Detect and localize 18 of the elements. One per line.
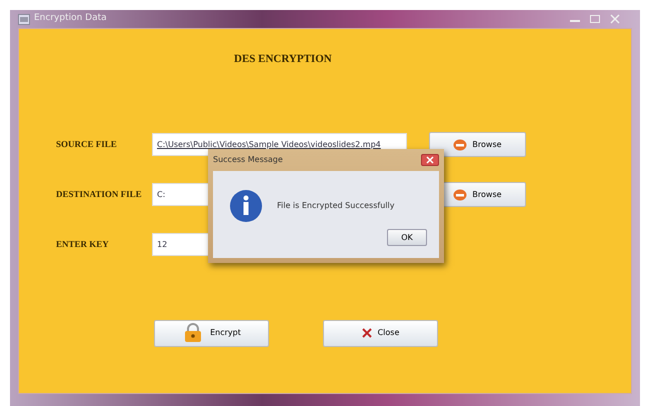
window-title: Encryption Data (34, 12, 107, 26)
form-heading: DES ENCRYPTION (234, 53, 332, 65)
dialog-title: Success Message (213, 154, 283, 166)
ok-button[interactable]: OK (387, 229, 427, 246)
field-label: ENTER KEY (55, 238, 110, 251)
close-button[interactable]: Close (323, 320, 438, 346)
close-icon (426, 156, 434, 164)
field-label: DESTINATION FILE (55, 188, 143, 201)
info-icon (229, 189, 263, 223)
dialog-message: File is Encrypted Successfully (277, 200, 394, 212)
maximize-icon[interactable] (588, 14, 602, 24)
field-label: SOURCE FILE (55, 138, 118, 151)
dialog-close-button[interactable] (421, 154, 439, 166)
close-icon (362, 328, 372, 338)
window-icon (18, 14, 30, 24)
close-icon[interactable] (608, 14, 622, 24)
encrypt-button[interactable]: Encrypt (154, 320, 269, 346)
browse-button[interactable]: Browse (429, 132, 526, 157)
